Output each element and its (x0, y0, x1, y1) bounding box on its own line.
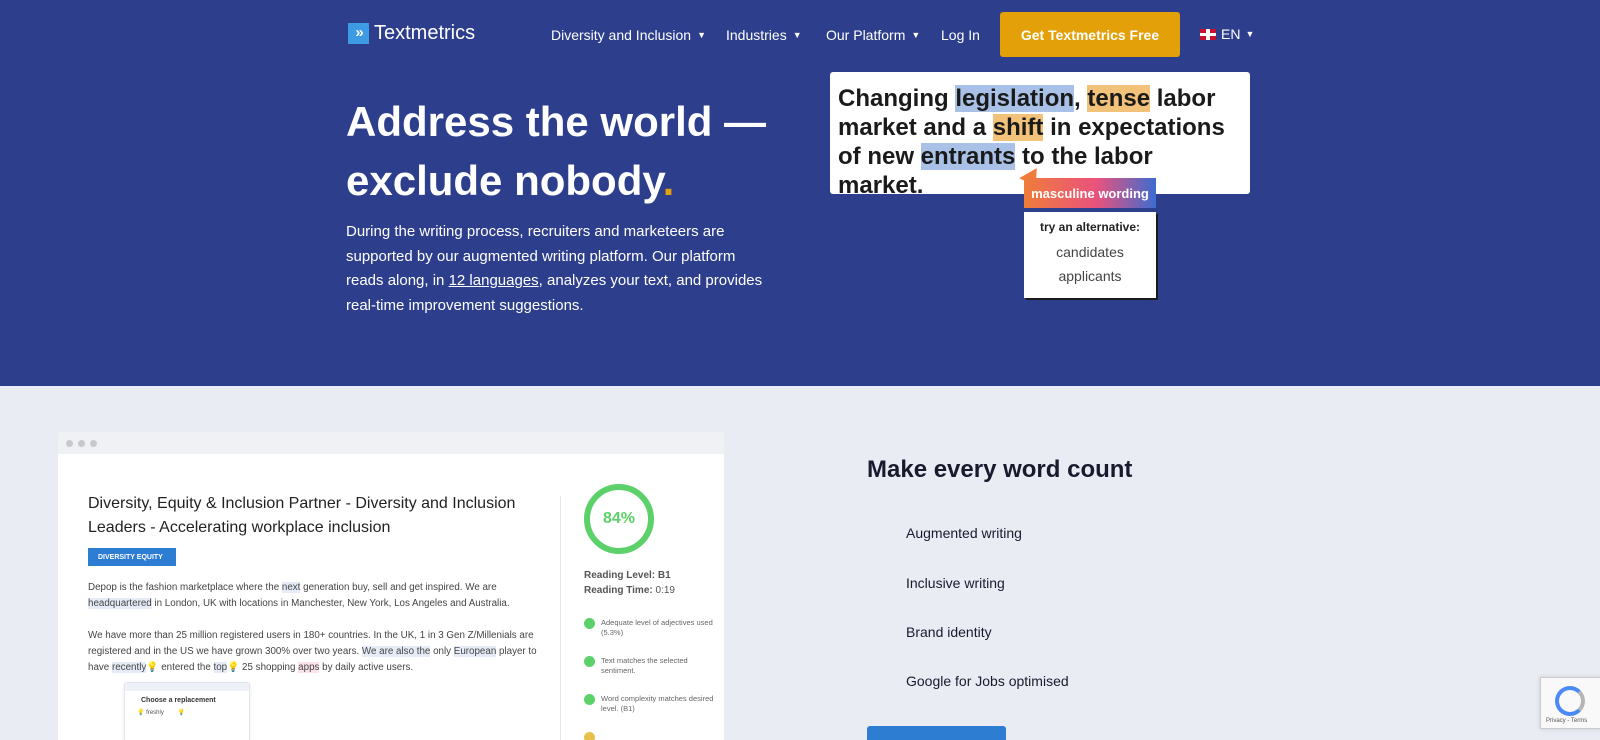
highlight-word: shift (992, 114, 1044, 141)
uk-flag-icon (1200, 28, 1216, 40)
reading-level-value: B1 (657, 570, 671, 581)
score-ring: 84% (584, 484, 654, 554)
feature-item[interactable]: Google for Jobs optimised (906, 673, 1069, 689)
suggestion-mark[interactable]: next (281, 582, 301, 593)
logo-text: Textmetrics (374, 22, 476, 44)
reading-time-label: Reading Time: (584, 585, 653, 596)
warning-circle-icon (584, 732, 595, 740)
nav-label: Our Platform (826, 27, 906, 43)
check-circle-icon (584, 656, 595, 667)
lightbulb-icon: 💡 (137, 710, 145, 716)
check-circle-icon (584, 694, 595, 705)
nav-label: Industries (726, 27, 787, 43)
panel-divider (560, 496, 561, 740)
alternatives-title: try an alternative: (1039, 220, 1141, 234)
headline-line-1: Address the world — (346, 98, 767, 145)
alternatives-box: try an alternative: candidates applicant… (1024, 212, 1156, 298)
lightbulb-icon: 💡 (227, 661, 240, 673)
nav-log-in[interactable]: Log In (941, 0, 980, 70)
popover-header (125, 683, 249, 691)
demo-text: Changing (838, 85, 956, 112)
paragraph-text: entered the (158, 661, 214, 673)
app-demo-window: Diversity, Equity & Inclusion Partner - … (58, 432, 724, 740)
reading-time-value: 0:19 (655, 585, 675, 596)
check-circle-icon (584, 618, 595, 629)
paragraph-text: 25 shopping (239, 661, 299, 673)
check-text: Adequate level of adjectives used (5.3%) (601, 618, 713, 637)
features-title: Make every word count (867, 456, 1133, 483)
reading-stats: Reading Level: B1 Reading Time: 0:19 (584, 568, 675, 598)
lightbulb-icon: 💡 (177, 710, 186, 716)
logo-mark-icon: » (348, 23, 369, 44)
highlight-word: entrants (920, 143, 1016, 170)
headline-line-2: exclude nobody (346, 157, 663, 204)
check-item: Adequate level of adjectives used (5.3%) (584, 618, 714, 638)
logo[interactable]: » Textmetrics (348, 22, 475, 45)
nav-our-platform[interactable]: Our Platform ▼ (826, 0, 920, 70)
highlight-word: tense (1087, 85, 1151, 112)
chevron-down-icon: ▼ (1245, 29, 1255, 39)
paragraph-text: Depop is the fashion marketplace where t… (88, 582, 282, 593)
nav-diversity-and-inclusion[interactable]: Diversity and Inclusion ▼ (551, 0, 706, 70)
suggestion-mark[interactable]: recently (111, 661, 147, 673)
reading-level-label: Reading Level: (584, 570, 656, 581)
suggestion-mark[interactable]: top (213, 661, 228, 673)
window-dot-icon (66, 439, 73, 447)
document-paragraph: Depop is the fashion marketplace where t… (88, 580, 548, 612)
check-item: Word complexity matches desired level. (… (584, 694, 714, 714)
highlight-word: legislation (955, 85, 1075, 112)
check-item: Text matches the selected sentiment. (584, 656, 714, 676)
features-action-button[interactable] (867, 726, 1006, 740)
language-label: EN (1221, 26, 1241, 42)
replacement-options: 💡 freshly 💡 (125, 704, 249, 716)
suggestion-mark[interactable]: European (453, 645, 497, 657)
headline-dot: . (662, 157, 675, 204)
category-badge: DIVERSITY EQUITY (88, 548, 176, 566)
recaptcha-icon (1555, 686, 1585, 716)
language-selector[interactable]: EN ▼ (1200, 26, 1254, 42)
replacement-popover: Choose a replacement 💡 freshly 💡 (124, 682, 250, 740)
hero-headline: Address the world — exclude nobody. (346, 92, 786, 210)
chevron-down-icon: ▼ (697, 30, 706, 40)
hero-section: » Textmetrics Diversity and Inclusion ▼ I… (0, 0, 1600, 386)
suggestion-mark[interactable]: We are also the (361, 645, 431, 657)
feature-item[interactable]: Inclusive writing (906, 575, 1005, 591)
paragraph-text: generation buy, sell and get inspired. W… (300, 582, 497, 593)
check-list: Adequate level of adjectives used (5.3%)… (584, 618, 714, 740)
recaptcha-text[interactable]: Privacy - Terms (1546, 718, 1587, 724)
languages-link[interactable]: 12 languages (449, 272, 539, 289)
hero-intro: During the writing process, recruiters a… (346, 220, 776, 318)
feature-item[interactable]: Augmented writing (906, 525, 1022, 541)
check-text: Word complexity matches desired level. (… (601, 694, 714, 713)
window-titlebar (58, 432, 724, 454)
chevron-down-icon: ▼ (792, 30, 802, 40)
nav-label: Log In (941, 27, 980, 43)
demo-text: , (1074, 85, 1088, 112)
lightbulb-icon: 💡 (146, 661, 159, 673)
masculine-wording-tag: masculine wording (1024, 178, 1156, 208)
replacement-option[interactable]: 💡 freshly (137, 709, 164, 716)
suggestion-mark[interactable]: apps (298, 661, 320, 673)
paragraph-text: only (430, 645, 454, 657)
alternative-option: candidates (1056, 244, 1124, 260)
replacement-title: Choose a replacement (141, 697, 216, 704)
paragraph-text: in London, UK with locations in Manchest… (151, 597, 510, 609)
nav-label: Diversity and Inclusion (551, 27, 692, 43)
document-paragraph: We have more than 25 million registered … (88, 628, 548, 675)
get-textmetrics-free-button[interactable]: Get Textmetrics Free (1000, 12, 1180, 57)
document-title: Diversity, Equity & Inclusion Partner - … (88, 495, 516, 536)
check-text: Text matches the selected sentiment. (601, 656, 688, 675)
window-dot-icon (90, 439, 97, 447)
alternative-option: applicants (1058, 268, 1122, 284)
replacement-label: freshly (146, 710, 164, 716)
suggestion-mark[interactable]: headquartered (88, 597, 152, 609)
paragraph-text: by daily active users. (319, 661, 414, 673)
feature-item[interactable]: Brand identity (906, 624, 992, 640)
recaptcha-badge[interactable]: Privacy - Terms (1540, 677, 1600, 729)
check-item (584, 732, 714, 740)
nav-industries[interactable]: Industries ▼ (726, 0, 802, 70)
chevron-down-icon: ▼ (911, 30, 921, 40)
window-dot-icon (78, 439, 85, 447)
